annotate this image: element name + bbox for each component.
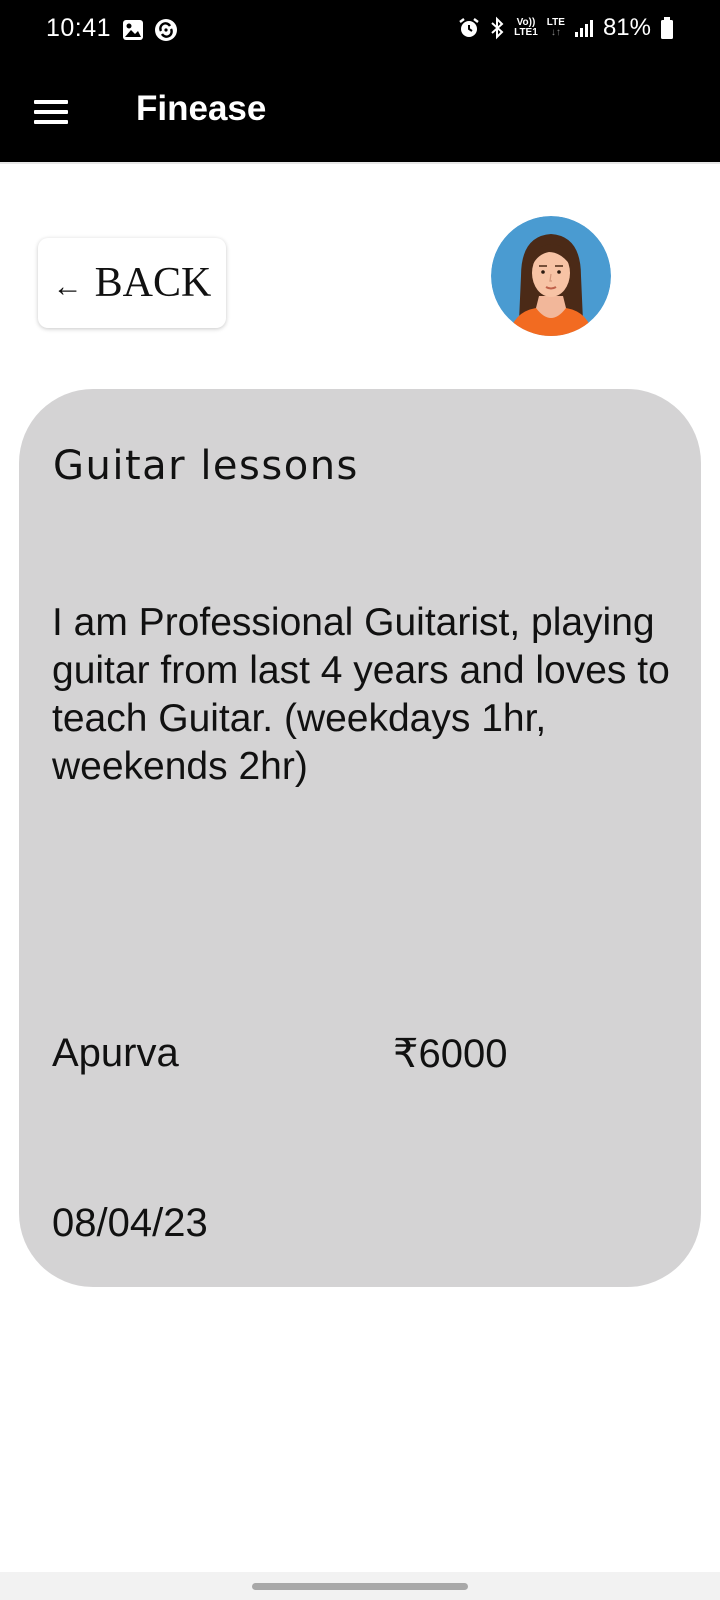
back-button[interactable]: ← BACK bbox=[38, 238, 226, 328]
listing-date: 08/04/23 bbox=[52, 1201, 208, 1245]
listing-owner-name: Apurva bbox=[52, 1031, 179, 1075]
status-system-icons: Vo)) LTE1 LTE ↓↑ 81% bbox=[458, 14, 674, 42]
status-notification-icons bbox=[122, 18, 178, 42]
listing-card[interactable]: Guitar lessons I am Professional Guitari… bbox=[19, 389, 701, 1287]
app-title: Finease bbox=[136, 89, 267, 128]
back-arrow-icon: ← bbox=[52, 270, 83, 303]
status-time: 10:41 bbox=[46, 14, 112, 42]
listing-description: I am Professional Guitarist, playing gui… bbox=[52, 601, 670, 788]
volte-sim-label: LTE1 bbox=[514, 27, 538, 38]
lte-arrows: ↓↑ bbox=[550, 27, 561, 38]
alarm-icon bbox=[459, 18, 479, 37]
battery-icon bbox=[661, 17, 673, 39]
hamburger-menu-icon[interactable] bbox=[34, 98, 70, 126]
listing-title: Guitar lessons bbox=[53, 443, 359, 489]
volte-indicator: Vo)) LTE1 bbox=[514, 18, 538, 38]
gallery-icon bbox=[123, 20, 143, 40]
sync-icon bbox=[155, 19, 177, 41]
gesture-nav-bar bbox=[0, 1572, 720, 1600]
lte-indicator: LTE ↓↑ bbox=[547, 18, 565, 38]
avatar[interactable] bbox=[491, 216, 611, 336]
app-bar: Finease bbox=[0, 62, 720, 162]
app-bar-divider bbox=[0, 162, 720, 164]
battery-percentage: 81% bbox=[602, 14, 651, 41]
listing-price: ₹6000 bbox=[393, 1032, 508, 1076]
home-indicator[interactable] bbox=[252, 1583, 468, 1590]
bluetooth-icon bbox=[491, 16, 504, 40]
status-bar: 10:41 Vo)) LTE1 LTE ↓↑ 81% bbox=[0, 0, 720, 62]
signal-icon bbox=[574, 20, 593, 37]
back-button-label: BACK bbox=[94, 260, 212, 306]
